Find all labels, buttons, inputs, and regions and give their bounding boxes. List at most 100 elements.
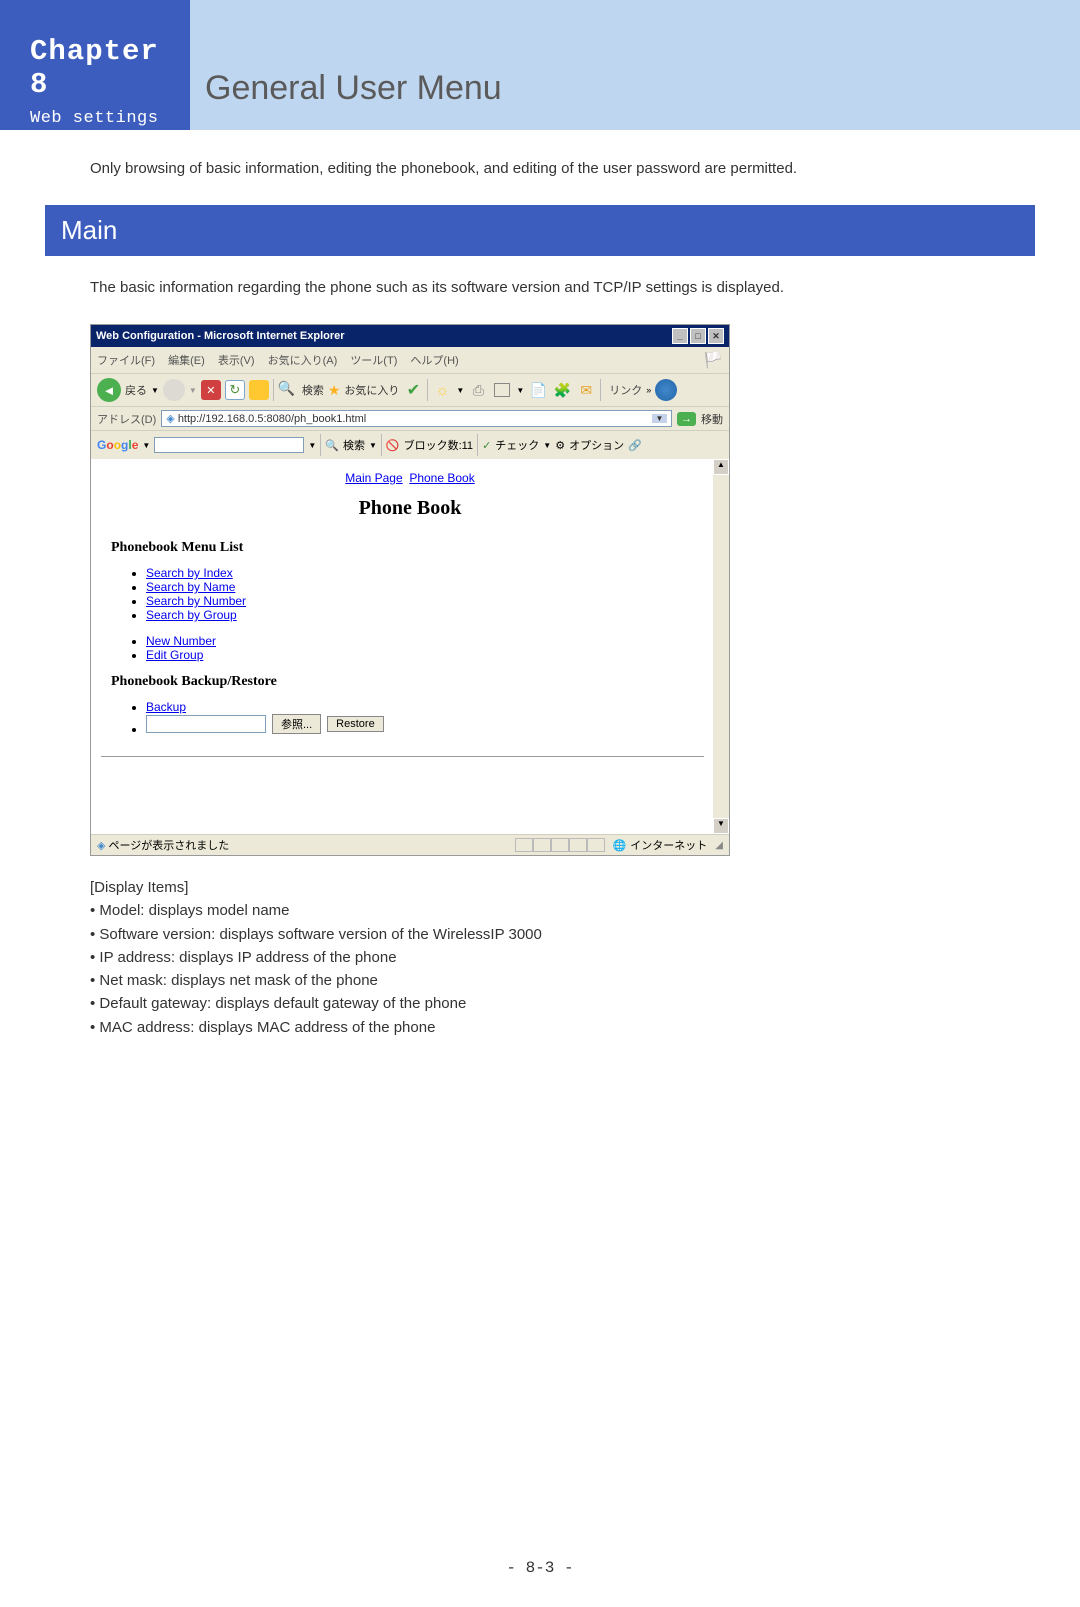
toolbar-separator	[273, 379, 274, 401]
google-search-dropdown[interactable]: ▼	[369, 441, 377, 450]
phonebook-title: Phone Book	[111, 497, 709, 520]
search-label[interactable]: 検索	[302, 382, 324, 398]
search-number-link[interactable]: Search by Number	[146, 594, 246, 608]
sun-icon[interactable]: ☼	[432, 380, 452, 400]
scrollbar[interactable]: ▲ ▼	[713, 459, 729, 834]
ie-window-title: Web Configuration - Microsoft Internet E…	[96, 330, 345, 342]
mail-icon[interactable]: ✉	[576, 380, 596, 400]
section-description: The basic information regarding the phon…	[50, 256, 1030, 324]
back-label: 戻る	[125, 382, 147, 398]
menu-tools[interactable]: ツール(T)	[350, 355, 397, 367]
display-items-section: [Display Items] • Model: displays model …	[90, 876, 1030, 1039]
favorites-icon: ★	[328, 382, 341, 399]
options-icon: ⚙	[555, 439, 565, 452]
autolink-icon[interactable]: 🔗	[628, 439, 642, 452]
edit-list: New Number Edit Group	[146, 634, 709, 662]
google-dropdown[interactable]: ▼	[142, 441, 150, 450]
scroll-up[interactable]: ▲	[713, 459, 729, 475]
status-page-icon: ◈	[97, 840, 105, 852]
status-text: ページが表示されました	[109, 840, 230, 852]
new-number-link[interactable]: New Number	[146, 634, 216, 648]
internet-zone-icon: 🌐	[613, 839, 627, 852]
ie-statusbar: ◈ ページが表示されました 🌐 インターネット ◢	[91, 834, 729, 855]
backup-link[interactable]: Backup	[146, 700, 186, 714]
forward-button[interactable]	[163, 379, 185, 401]
check-label[interactable]: チェック	[495, 437, 539, 453]
printer-icon[interactable]: ⎙	[468, 380, 488, 400]
status-zone: 🌐 インターネット	[613, 837, 708, 853]
puzzle-icon[interactable]: 🧩	[552, 380, 572, 400]
chapter-title: Chapter 8	[30, 35, 170, 101]
google-search-label[interactable]: 検索	[343, 437, 365, 453]
main-page-link[interactable]: Main Page	[345, 471, 402, 485]
display-item-0: • Model: displays model name	[90, 899, 1030, 922]
sun-dropdown[interactable]: ▼	[456, 386, 464, 395]
check-dropdown[interactable]: ▼	[543, 441, 551, 450]
popup-blocker-label[interactable]: ブロック数:11	[404, 437, 473, 453]
search-group-link[interactable]: Search by Group	[146, 608, 237, 622]
maximize-button[interactable]: □	[690, 328, 706, 344]
minimize-button[interactable]: _	[672, 328, 688, 344]
box-dropdown[interactable]: ▼	[516, 386, 524, 395]
links-label[interactable]: リンク	[609, 382, 642, 398]
box-icon[interactable]	[492, 380, 512, 400]
display-item-1: • Software version: displays software ve…	[90, 923, 1030, 946]
google-sep-1	[320, 434, 321, 456]
restore-file-input[interactable]	[146, 715, 266, 733]
ie-toolbar: ◄ 戻る ▼ ▼ ✕ ↻ 🔍 検索 ★ お気に入り ✔ ☼ ▼ ⎙ ▼ 📄 🧩 …	[91, 373, 729, 406]
search-index-link[interactable]: Search by Index	[146, 566, 233, 580]
page-icon: ◈	[166, 413, 174, 425]
chapter-box: Chapter 8 Web settings	[0, 0, 190, 130]
menu-edit[interactable]: 編集(E)	[168, 355, 205, 367]
stop-button[interactable]: ✕	[201, 380, 221, 400]
search-icon: 🔍	[278, 380, 298, 400]
address-input[interactable]: ◈ http://192.168.0.5:8080/ph_book1.html …	[161, 410, 672, 427]
history-icon[interactable]: ✔	[403, 380, 423, 400]
intro-text: Only browsing of basic information, edit…	[50, 160, 1030, 177]
google-sep-3	[477, 434, 478, 456]
google-toolbar: Google ▼ ▼ 🔍 検索 ▼ 🚫 ブロック数:11 ✓ チェック ▼ ⚙ …	[91, 430, 729, 459]
phone-book-link[interactable]: Phone Book	[409, 471, 474, 485]
display-item-2: • IP address: displays IP address of the…	[90, 946, 1030, 969]
toolbar-separator-2	[427, 379, 428, 401]
ie-logo-icon: 🏳️	[703, 350, 723, 370]
search-list: Search by Index Search by Name Search by…	[146, 566, 709, 622]
scroll-down[interactable]: ▼	[713, 818, 729, 834]
backup-list: Backup 参照... Restore	[146, 700, 709, 736]
home-button[interactable]	[249, 380, 269, 400]
restore-button[interactable]: Restore	[327, 716, 384, 732]
menu-title: General User Menu	[205, 69, 502, 108]
options-label[interactable]: オプション	[569, 437, 624, 453]
back-button[interactable]: ◄	[97, 378, 121, 402]
edit-group-link[interactable]: Edit Group	[146, 648, 203, 662]
display-item-3: • Net mask: displays net mask of the pho…	[90, 969, 1030, 992]
refresh-button[interactable]: ↻	[225, 380, 245, 400]
menu-file[interactable]: ファイル(F)	[97, 355, 155, 367]
forward-dropdown[interactable]: ▼	[189, 386, 197, 395]
google-sep-2	[381, 434, 382, 456]
menu-help[interactable]: ヘルプ(H)	[410, 355, 458, 367]
ie-content: ▲ ▼ Main Page Phone Book Phone Book Phon…	[91, 459, 729, 834]
close-button[interactable]: ✕	[708, 328, 724, 344]
display-item-4: • Default gateway: displays default gate…	[90, 992, 1030, 1015]
favorites-label[interactable]: お気に入り	[344, 382, 399, 398]
ie-menubar: ファイル(F) 編集(E) 表示(V) お気に入り(A) ツール(T) ヘルプ(…	[91, 347, 729, 373]
menu-favorites[interactable]: お気に入り(A)	[268, 355, 338, 367]
links-more[interactable]: »	[646, 385, 651, 395]
docs-icon[interactable]: 📄	[528, 380, 548, 400]
go-button[interactable]: →	[677, 412, 696, 426]
ie-screenshot: Web Configuration - Microsoft Internet E…	[90, 324, 730, 856]
menu-list-heading: Phonebook Menu List	[111, 540, 709, 556]
menu-view[interactable]: 表示(V)	[218, 355, 255, 367]
window-controls: _ □ ✕	[672, 328, 724, 344]
google-search-input[interactable]	[154, 437, 304, 453]
address-url: http://192.168.0.5:8080/ph_book1.html	[178, 413, 366, 425]
address-dropdown[interactable]: ▼	[652, 414, 667, 423]
search-name-link[interactable]: Search by Name	[146, 580, 235, 594]
back-dropdown[interactable]: ▼	[151, 386, 159, 395]
google-input-dropdown[interactable]: ▼	[308, 441, 316, 450]
browse-button[interactable]: 参照...	[272, 714, 321, 734]
display-item-5: • MAC address: displays MAC address of t…	[90, 1016, 1030, 1039]
resize-grip-icon[interactable]: ◢	[715, 840, 723, 851]
google-logo[interactable]: Google	[97, 438, 138, 452]
